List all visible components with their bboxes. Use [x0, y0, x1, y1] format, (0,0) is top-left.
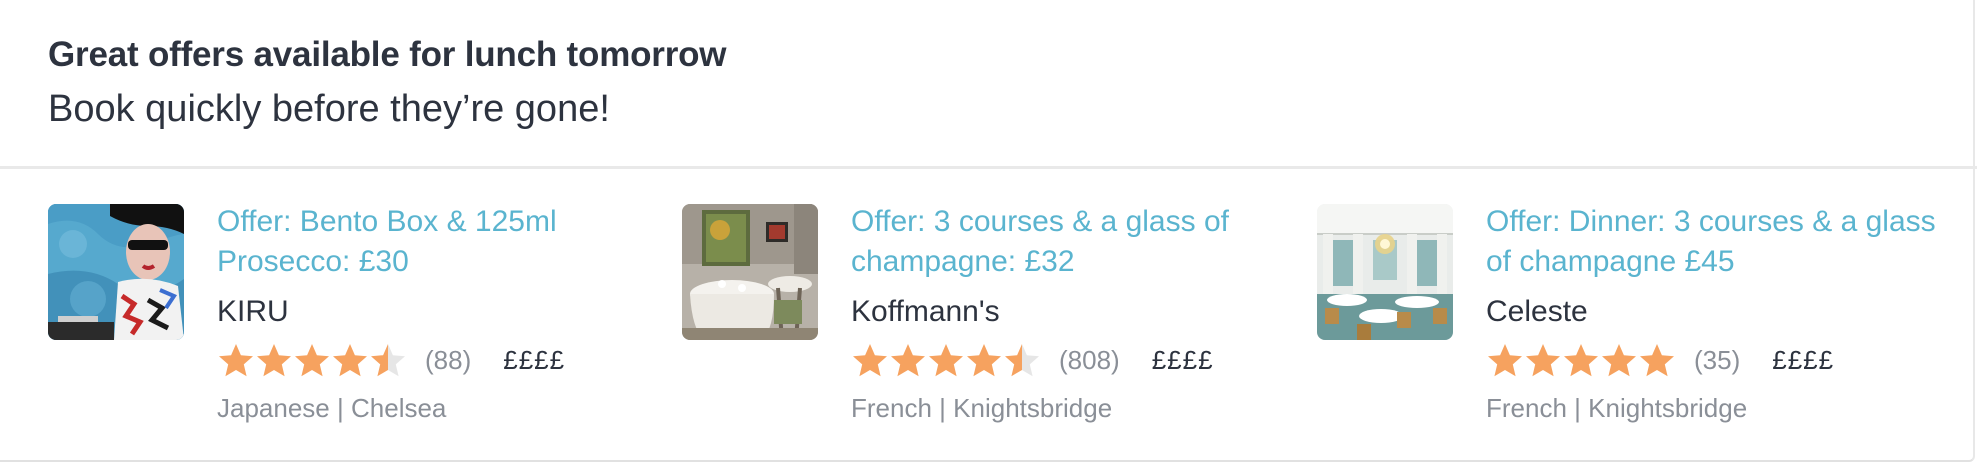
- restaurant-meta: Japanese | Chelsea: [217, 390, 677, 426]
- restaurant-photo-celeste[interactable]: [1317, 204, 1453, 340]
- offer-info-koffmanns: Offer: 3 courses & a glass of champagne:…: [851, 202, 1311, 426]
- header-divider: [0, 166, 1977, 169]
- star-rating: [851, 340, 1041, 380]
- review-count[interactable]: (88): [425, 345, 471, 376]
- star-icon: [333, 344, 367, 377]
- cuisine-label: French: [851, 393, 932, 423]
- price-band: ££££: [1151, 344, 1214, 375]
- star-rating: [217, 340, 407, 380]
- cuisine-label: Japanese: [217, 393, 330, 423]
- star-icon: [853, 344, 887, 377]
- star-rating: [1486, 340, 1676, 380]
- restaurant-name[interactable]: Celeste: [1486, 292, 1946, 332]
- offer-link[interactable]: Offer: 3 courses & a glass of champagne:…: [851, 202, 1311, 282]
- restaurant-meta: French | Knightsbridge: [1486, 390, 1946, 426]
- meta-separator: |: [337, 393, 344, 423]
- star-icon: [1488, 344, 1522, 377]
- offer-card-kiru[interactable]: Offer: Bento Box & 125ml Prosecco: £30 K…: [48, 202, 668, 442]
- meta-separator: |: [939, 393, 946, 423]
- restaurant-photo-kiru[interactable]: [48, 204, 184, 340]
- price-band: ££££: [503, 344, 566, 375]
- star-icon: [1564, 344, 1598, 377]
- offers-list: Offer: Bento Box & 125ml Prosecco: £30 K…: [0, 202, 1977, 442]
- meta-separator: |: [1574, 393, 1581, 423]
- offers-subtitle: Book quickly before they’re gone!: [48, 88, 610, 130]
- restaurant-photo-icon: [682, 204, 818, 340]
- star-icon: [371, 344, 405, 377]
- offer-card-koffmanns[interactable]: Offer: 3 courses & a glass of champagne:…: [682, 202, 1302, 442]
- offers-header: Great offers available for lunch tomorro…: [48, 28, 727, 136]
- rating-row: (808) ££££: [851, 340, 1311, 380]
- area-label: Knightsbridge: [953, 393, 1113, 423]
- restaurant-photo-icon: [1317, 204, 1453, 340]
- review-count[interactable]: (808): [1059, 345, 1120, 376]
- star-icon: [219, 344, 253, 377]
- offer-info-celeste: Offer: Dinner: 3 courses & a glass of ch…: [1486, 202, 1946, 426]
- star-icon: [1640, 344, 1674, 377]
- offer-link[interactable]: Offer: Bento Box & 125ml Prosecco: £30: [217, 202, 677, 282]
- star-icon: [295, 344, 329, 377]
- area-label: Chelsea: [351, 393, 447, 423]
- offers-title: Great offers available for lunch tomorro…: [48, 35, 727, 74]
- offer-link[interactable]: Offer: Dinner: 3 courses & a glass of ch…: [1486, 202, 1946, 282]
- restaurant-name[interactable]: Koffmann's: [851, 292, 1311, 332]
- restaurant-photo-icon: [48, 204, 184, 340]
- star-icon: [257, 344, 291, 377]
- star-icon: [1526, 344, 1560, 377]
- lunch-offers-card: Great offers available for lunch tomorro…: [0, 0, 1977, 462]
- rating-row: (88) ££££: [217, 340, 677, 380]
- rating-row: (35) ££££: [1486, 340, 1946, 380]
- restaurant-name[interactable]: KIRU: [217, 292, 677, 332]
- area-label: Knightsbridge: [1588, 393, 1748, 423]
- restaurant-meta: French | Knightsbridge: [851, 390, 1311, 426]
- star-icon: [1602, 344, 1636, 377]
- price-band: ££££: [1772, 344, 1835, 375]
- cuisine-label: French: [1486, 393, 1567, 423]
- star-icon: [1005, 344, 1039, 377]
- review-count[interactable]: (35): [1694, 345, 1740, 376]
- offer-card-celeste[interactable]: Offer: Dinner: 3 courses & a glass of ch…: [1317, 202, 1937, 442]
- star-icon: [967, 344, 1001, 377]
- star-icon: [891, 344, 925, 377]
- offer-info-kiru: Offer: Bento Box & 125ml Prosecco: £30 K…: [217, 202, 677, 426]
- star-icon: [929, 344, 963, 377]
- restaurant-photo-koffmanns[interactable]: [682, 204, 818, 340]
